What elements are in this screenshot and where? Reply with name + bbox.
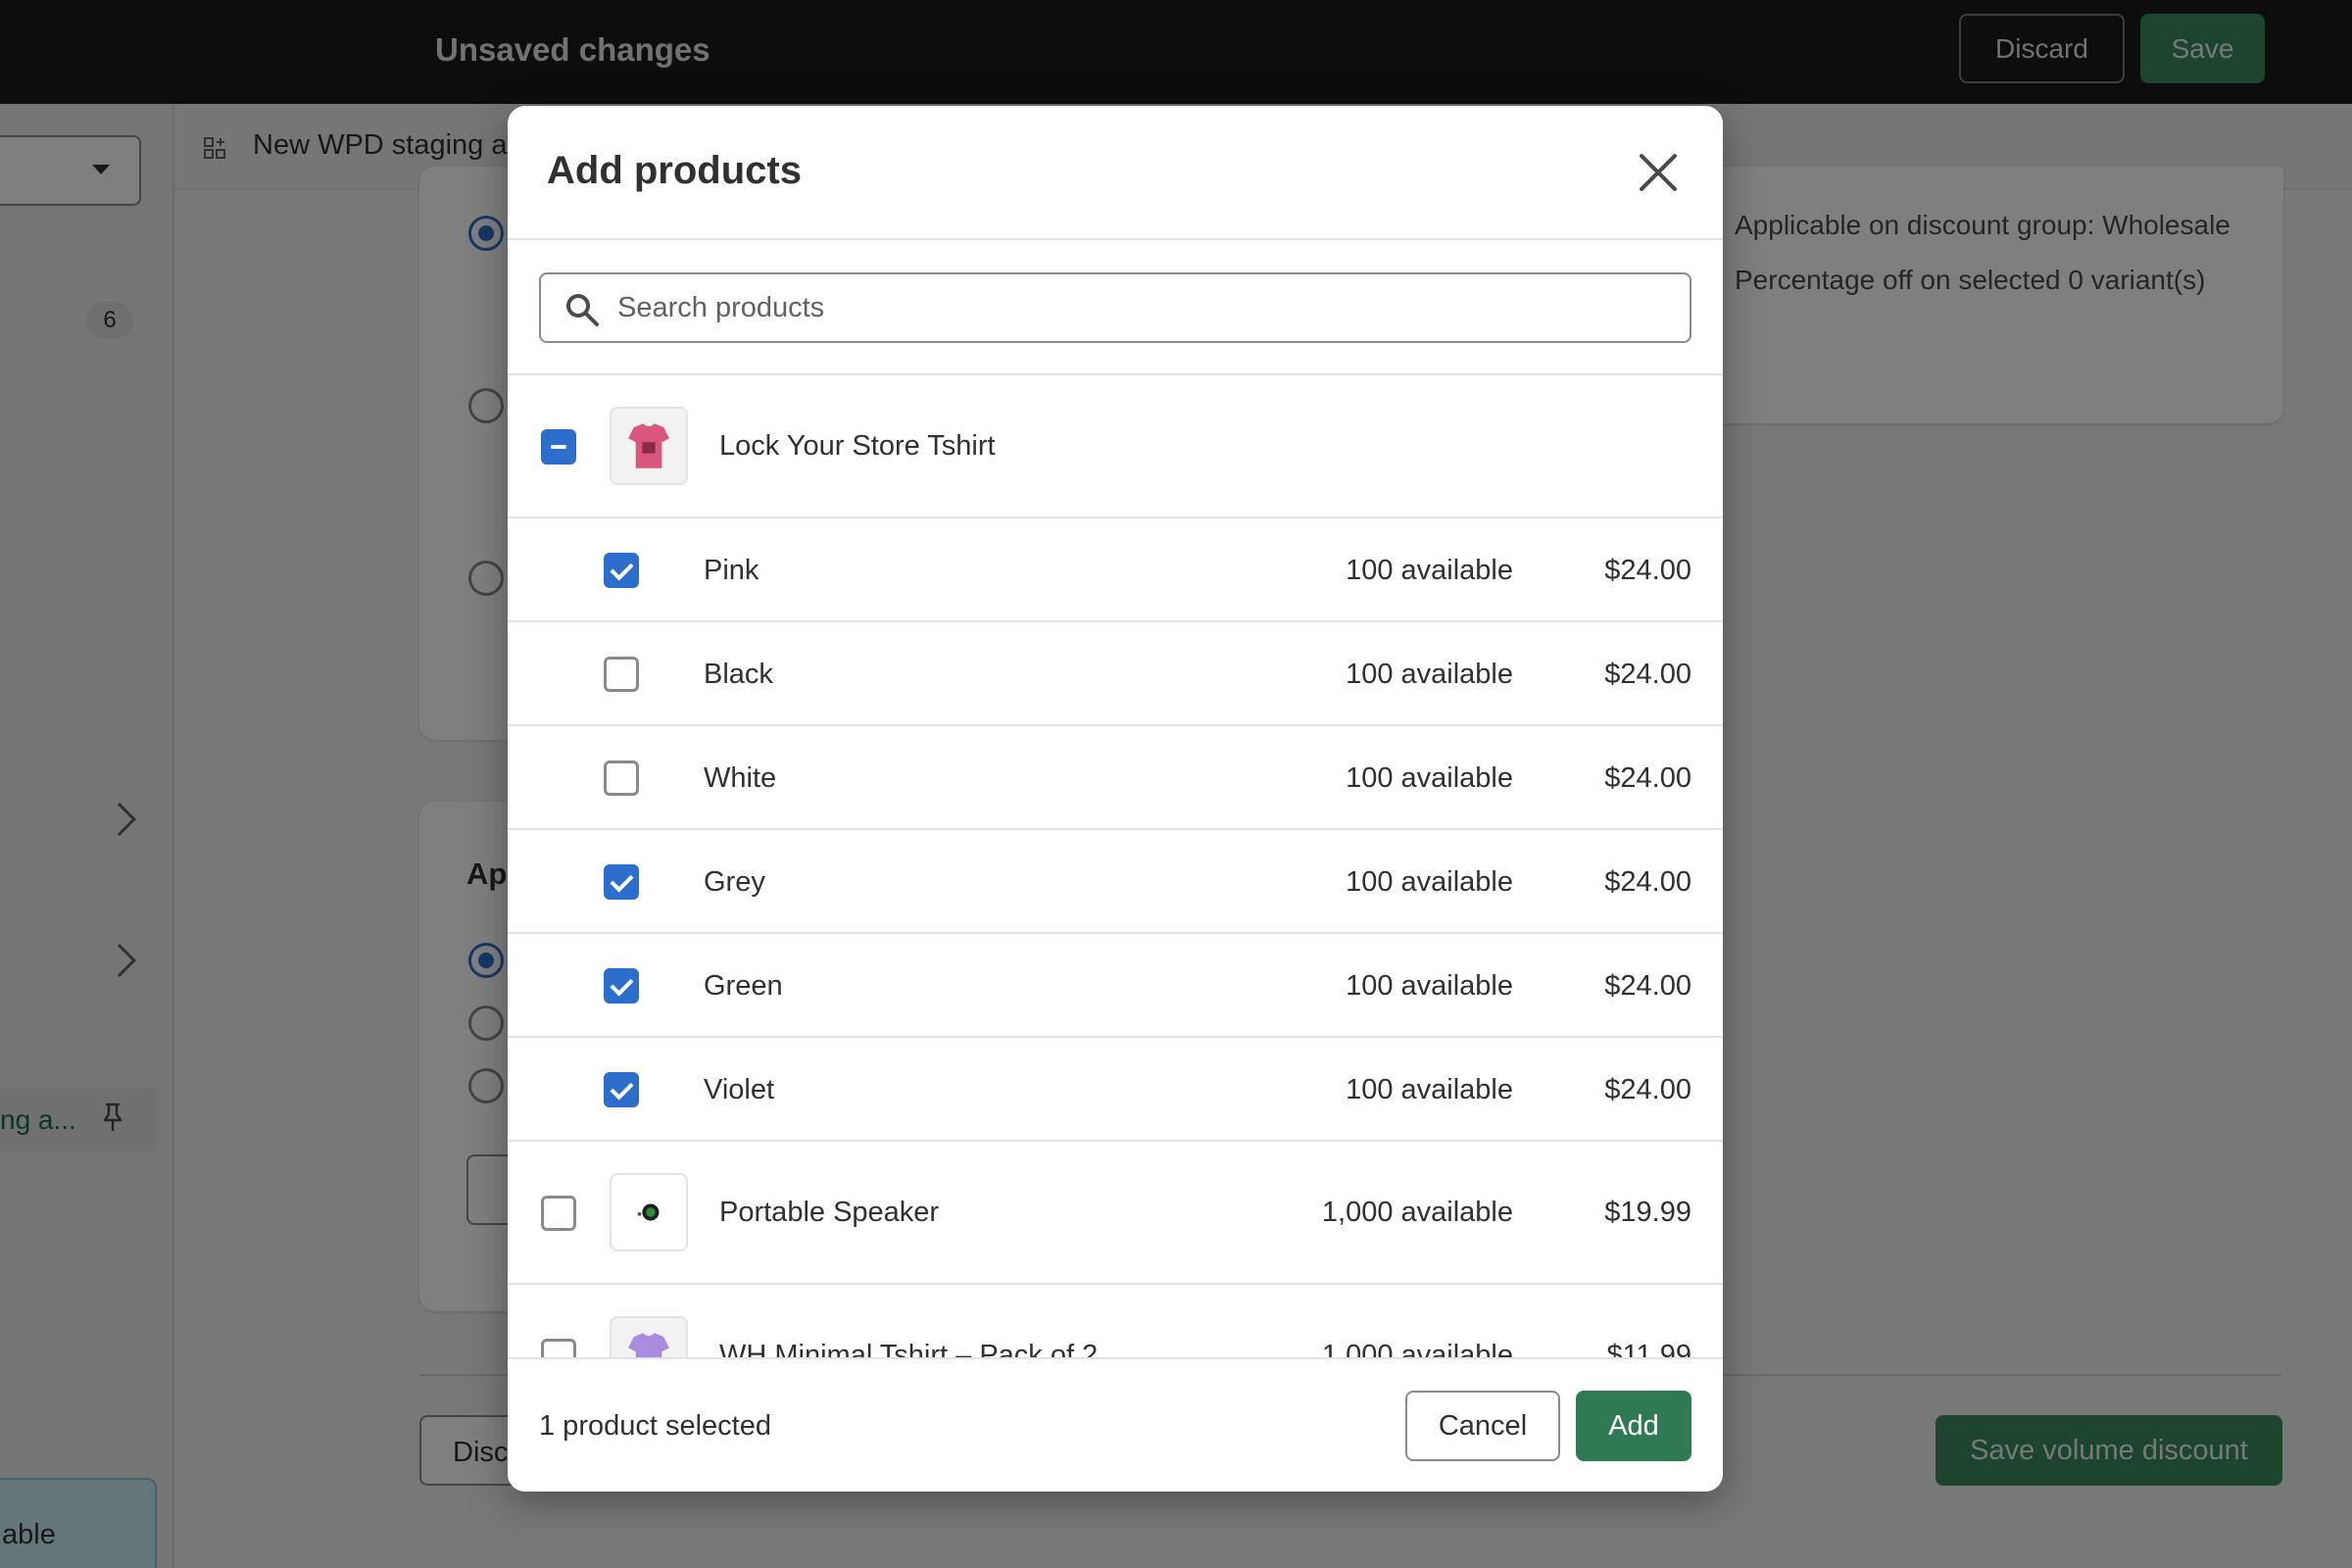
variant-name: Black: [704, 659, 773, 690]
product-row[interactable]: Lock Your Store Tshirt: [508, 375, 1723, 518]
variant-availability: 100 available: [1346, 555, 1513, 586]
variant-row[interactable]: White 100 available $24.00: [508, 726, 1723, 830]
variant-price: $24.00: [1604, 762, 1691, 794]
product-checkbox[interactable]: [541, 429, 576, 465]
variant-availability: 100 available: [1346, 659, 1513, 690]
product-list: Lock Your Store Tshirt Pink 100 availabl…: [508, 375, 1723, 1463]
search-field[interactable]: [539, 272, 1691, 343]
variant-price: $24.00: [1604, 1074, 1691, 1105]
variant-row[interactable]: Green 100 available $24.00: [508, 934, 1723, 1038]
variant-name: Green: [704, 970, 783, 1002]
speaker-thumbnail: [610, 1173, 688, 1251]
pink-tshirt-thumbnail: [610, 407, 688, 485]
variant-availability: 100 available: [1346, 970, 1513, 1002]
product-row[interactable]: Portable Speaker 1,000 available $19.99: [508, 1142, 1723, 1285]
variant-name: Pink: [704, 555, 760, 586]
variant-price: $24.00: [1604, 659, 1691, 690]
selection-count: 1 product selected: [539, 1410, 771, 1442]
variant-row[interactable]: Pink 100 available $24.00: [508, 518, 1723, 622]
product-checkbox[interactable]: [541, 1196, 576, 1231]
variant-row[interactable]: Violet 100 available $24.00: [508, 1038, 1723, 1142]
variant-checkbox[interactable]: [604, 968, 639, 1004]
variant-name: White: [704, 762, 777, 794]
variant-availability: 100 available: [1346, 866, 1513, 898]
modal-header: Add products: [508, 106, 1723, 240]
add-products-modal: Add products Lock Your Store Tshirt: [508, 106, 1723, 1492]
variant-availability: 100 available: [1346, 762, 1513, 794]
search-icon: [566, 294, 599, 326]
variant-price: $24.00: [1604, 555, 1691, 586]
search-input[interactable]: [617, 280, 1676, 335]
add-button[interactable]: Add: [1576, 1391, 1691, 1461]
close-icon[interactable]: [1637, 151, 1680, 194]
variant-name: Violet: [704, 1074, 775, 1105]
variant-checkbox[interactable]: [604, 760, 639, 796]
product-name: Lock Your Store Tshirt: [719, 430, 996, 462]
variant-checkbox[interactable]: [604, 864, 639, 900]
variant-row[interactable]: Black 100 available $24.00: [508, 622, 1723, 726]
product-name: Portable Speaker: [719, 1197, 940, 1228]
variant-price: $24.00: [1604, 970, 1691, 1002]
variant-checkbox[interactable]: [604, 657, 639, 692]
modal-title: Add products: [547, 149, 802, 192]
variant-availability: 100 available: [1346, 1074, 1513, 1105]
variant-price: $24.00: [1604, 866, 1691, 898]
product-availability: 1,000 available: [1321, 1197, 1513, 1228]
cancel-button[interactable]: Cancel: [1405, 1391, 1560, 1461]
variant-name: Grey: [704, 866, 765, 898]
variant-checkbox[interactable]: [604, 553, 639, 588]
product-price: $19.99: [1604, 1197, 1691, 1228]
variant-row[interactable]: Grey 100 available $24.00: [508, 830, 1723, 934]
modal-footer: 1 product selected Cancel Add: [508, 1357, 1723, 1492]
variant-checkbox[interactable]: [604, 1072, 639, 1107]
